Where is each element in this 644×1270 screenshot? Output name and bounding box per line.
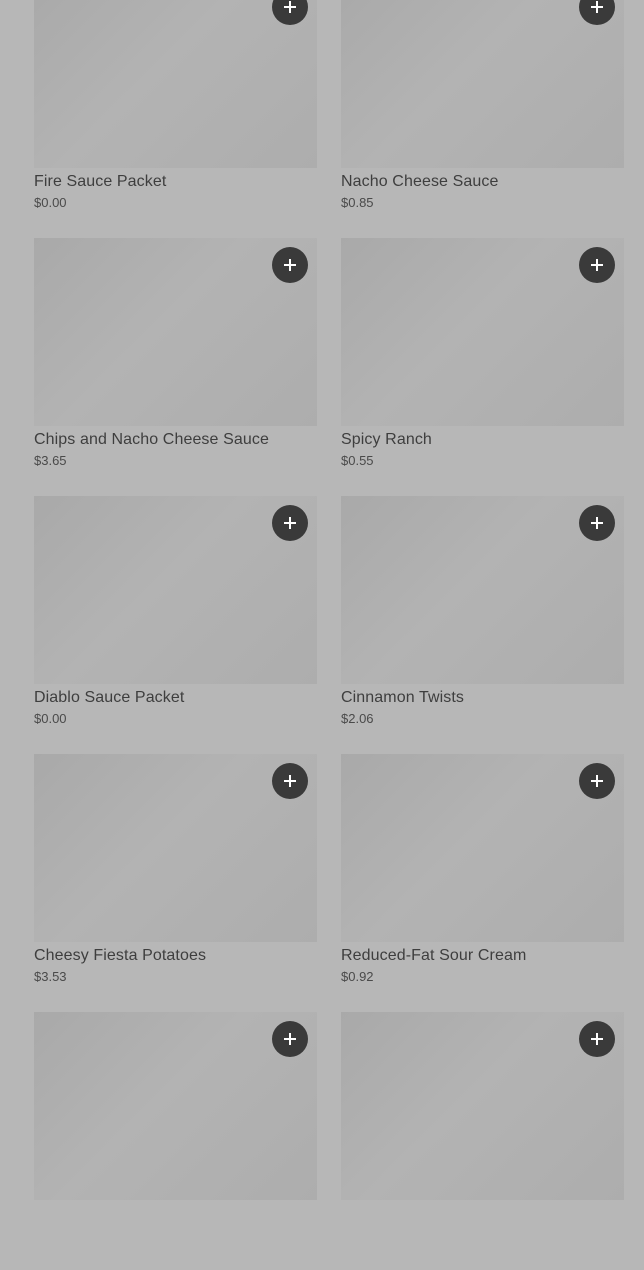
plus-icon (591, 1, 603, 13)
item-image-placeholder[interactable] (34, 754, 317, 942)
add-item-button[interactable] (272, 1021, 308, 1057)
plus-icon (591, 517, 603, 529)
add-item-button[interactable] (272, 0, 308, 25)
add-item-button[interactable] (579, 763, 615, 799)
add-item-button[interactable] (272, 505, 308, 541)
item-image-placeholder[interactable] (341, 238, 624, 426)
add-item-button[interactable] (272, 247, 308, 283)
item-name[interactable]: Cheesy Fiesta Potatoes (34, 946, 317, 966)
item-price: $0.55 (341, 453, 374, 468)
add-item-button[interactable] (579, 0, 615, 25)
plus-icon (591, 775, 603, 787)
item-price: $0.00 (34, 711, 67, 726)
add-item-button[interactable] (579, 1021, 615, 1057)
plus-icon (591, 259, 603, 271)
item-image-placeholder[interactable] (34, 1012, 317, 1200)
item-image-placeholder[interactable] (341, 496, 624, 684)
menu-item-card[interactable]: Cheesy Fiesta Potatoes $3.53 (34, 754, 317, 1012)
menu-item-card[interactable]: Fire Sauce Packet $0.00 (34, 0, 317, 238)
item-name[interactable]: Chips and Nacho Cheese Sauce (34, 430, 317, 450)
add-item-button[interactable] (272, 763, 308, 799)
item-price: $3.53 (34, 969, 67, 984)
item-name[interactable]: Nacho Cheese Sauce (341, 172, 624, 192)
item-image-placeholder[interactable] (341, 754, 624, 942)
plus-icon (284, 1033, 296, 1045)
plus-icon (284, 517, 296, 529)
plus-icon (284, 1, 296, 13)
item-image-placeholder[interactable] (341, 1012, 624, 1200)
item-image-placeholder[interactable] (34, 0, 317, 168)
plus-icon (284, 775, 296, 787)
menu-item-card[interactable] (341, 1012, 624, 1270)
item-price: $0.85 (341, 195, 374, 210)
item-price: $0.92 (341, 969, 374, 984)
item-image-placeholder[interactable] (34, 496, 317, 684)
item-name[interactable]: Diablo Sauce Packet (34, 688, 317, 708)
menu-item-grid: Fire Sauce Packet $0.00 Nacho Cheese Sau… (34, 0, 624, 1270)
plus-icon (591, 1033, 603, 1045)
item-name[interactable]: Spicy Ranch (341, 430, 624, 450)
plus-icon (284, 259, 296, 271)
menu-item-card[interactable]: Reduced-Fat Sour Cream $0.92 (341, 754, 624, 1012)
menu-item-card[interactable]: Nacho Cheese Sauce $0.85 (341, 0, 624, 238)
item-name[interactable]: Fire Sauce Packet (34, 172, 317, 192)
add-item-button[interactable] (579, 505, 615, 541)
menu-item-card[interactable] (34, 1012, 317, 1270)
item-price: $2.06 (341, 711, 374, 726)
item-image-placeholder[interactable] (341, 0, 624, 168)
menu-item-card[interactable]: Cinnamon Twists $2.06 (341, 496, 624, 754)
item-name[interactable]: Reduced-Fat Sour Cream (341, 946, 624, 966)
add-item-button[interactable] (579, 247, 615, 283)
item-name[interactable]: Cinnamon Twists (341, 688, 624, 708)
menu-item-card[interactable]: Chips and Nacho Cheese Sauce $3.65 (34, 238, 317, 496)
menu-item-card[interactable]: Spicy Ranch $0.55 (341, 238, 624, 496)
item-image-placeholder[interactable] (34, 238, 317, 426)
item-price: $3.65 (34, 453, 67, 468)
menu-item-card[interactable]: Diablo Sauce Packet $0.00 (34, 496, 317, 754)
item-price: $0.00 (34, 195, 67, 210)
